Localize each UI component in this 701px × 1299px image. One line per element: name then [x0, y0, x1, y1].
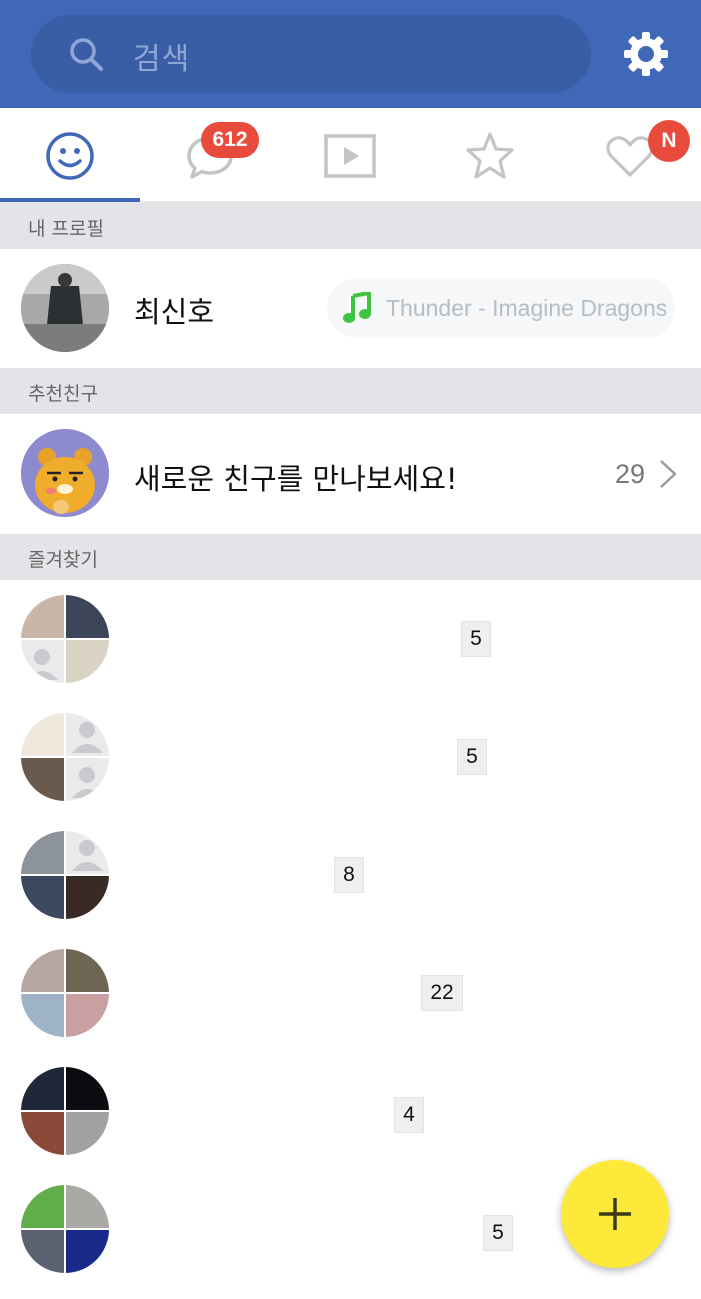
search-icon	[70, 38, 103, 71]
group-avatar	[21, 949, 109, 1037]
group-avatar	[21, 1067, 109, 1155]
section-header-my-profile: 내 프로필	[0, 203, 701, 249]
tab-tv[interactable]	[280, 108, 420, 203]
recommend-count: 29	[615, 459, 646, 489]
default-profile-icon	[66, 713, 109, 756]
favorite-group-row[interactable]: 5	[0, 580, 701, 698]
music-note-icon	[343, 292, 371, 323]
search-input[interactable]: 검색	[133, 34, 190, 78]
member-count: 8	[334, 857, 364, 893]
section-header-recommended: 추천친구	[0, 368, 701, 414]
default-profile-icon	[66, 831, 109, 874]
member-count: 5	[483, 1215, 513, 1251]
profile-name: 최신호	[134, 295, 215, 329]
section-header-favorites: 즐겨찾기	[0, 534, 701, 580]
section-title: 즐겨찾기	[28, 549, 98, 571]
recommend-friends-text: 새로운 친구를 만나보세요!	[134, 462, 458, 496]
search-bar[interactable]: 검색	[31, 15, 591, 93]
add-fab-button[interactable]	[561, 1160, 669, 1268]
profile-music-status[interactable]: Thunder - Imagine Dragons	[327, 278, 675, 338]
smiley-icon	[46, 132, 94, 180]
gear-icon[interactable]	[620, 28, 672, 80]
default-profile-icon	[21, 640, 64, 683]
main-tab-bar	[0, 108, 701, 203]
top-bar: 검색	[0, 0, 701, 108]
tab-favorites[interactable]	[420, 108, 560, 203]
member-count: 5	[457, 739, 487, 775]
play-icon	[324, 134, 376, 178]
section-title: 내 프로필	[28, 218, 104, 240]
new-badge: N	[648, 120, 690, 162]
chats-unread-badge: 612	[201, 122, 259, 158]
group-avatar	[21, 1185, 109, 1273]
group-avatar	[21, 713, 109, 801]
star-icon	[466, 132, 514, 179]
group-avatar	[21, 831, 109, 919]
favorite-group-row[interactable]: 8	[0, 816, 701, 934]
plus-icon	[599, 1198, 631, 1230]
section-title: 추천친구	[28, 383, 98, 405]
member-count: 4	[394, 1097, 424, 1133]
favorite-group-row[interactable]: 4	[0, 1052, 701, 1170]
profile-photo	[21, 264, 109, 352]
favorite-group-row[interactable]: 22	[0, 934, 701, 1052]
active-tab-indicator	[0, 198, 140, 202]
avatar	[21, 429, 109, 517]
favorite-group-row[interactable]: 5	[0, 698, 701, 816]
member-count: 22	[421, 975, 463, 1011]
chevron-right-icon[interactable]	[657, 459, 679, 489]
avatar[interactable]	[21, 264, 109, 352]
default-profile-icon	[66, 758, 109, 801]
tab-friends[interactable]	[0, 108, 140, 203]
member-count: 5	[461, 621, 491, 657]
group-avatar	[21, 595, 109, 683]
music-title: Thunder - Imagine Dragons	[386, 295, 668, 321]
character-bear-icon	[21, 429, 109, 517]
